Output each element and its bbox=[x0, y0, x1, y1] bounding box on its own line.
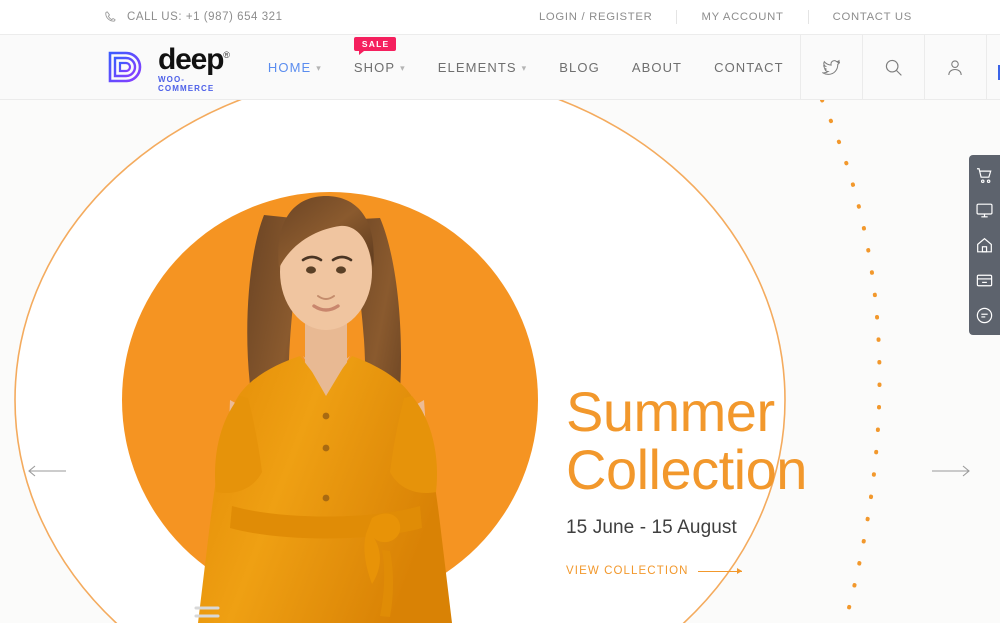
wishlist-button[interactable]: 0 bbox=[985, 35, 1000, 100]
call-us-text: CALL US: +1 (987) 654 321 bbox=[127, 11, 283, 23]
hero-title-line2: Collection bbox=[566, 438, 807, 501]
topbar-link-login-register[interactable]: LOGIN / REGISTER bbox=[515, 10, 678, 24]
nav-item-elements[interactable]: ELEMENTS ▾ bbox=[422, 35, 544, 100]
logo-subtitle: WOO-COMMERCE bbox=[158, 75, 215, 93]
site-logo[interactable]: deep® WOO-COMMERCE bbox=[106, 35, 252, 99]
deep-d-logo-icon bbox=[106, 47, 150, 87]
header-icon-group: 0 0 bbox=[799, 35, 1000, 100]
chevron-down-icon: ▾ bbox=[316, 62, 322, 73]
topbar-links: LOGIN / REGISTER MY ACCOUNT CONTACT US bbox=[515, 10, 912, 24]
page-root: CALL US: +1 (987) 654 321 LOGIN / REGIST… bbox=[0, 0, 1000, 623]
main-header: deep® WOO-COMMERCE HOME ▾ SALE SHOP ▾ EL… bbox=[0, 35, 1000, 100]
nav-item-blog[interactable]: BLOG bbox=[543, 35, 616, 100]
hero-copy: Summer Collection 15 June - 15 August VI… bbox=[566, 383, 896, 579]
arrow-left-icon bbox=[28, 465, 66, 477]
floating-side-dock bbox=[969, 155, 1000, 335]
main-navigation: HOME ▾ SALE SHOP ▾ ELEMENTS ▾ BLOG ABOUT… bbox=[252, 35, 800, 99]
search-icon[interactable] bbox=[861, 35, 924, 100]
view-collection-button[interactable]: VIEW COLLECTION bbox=[566, 565, 742, 577]
chevron-down-icon: ▾ bbox=[400, 62, 406, 73]
top-bar: CALL US: +1 (987) 654 321 LOGIN / REGIST… bbox=[0, 0, 1000, 35]
arrow-right-icon bbox=[697, 568, 742, 574]
nav-label-blog: BLOG bbox=[559, 59, 600, 75]
dock-cart-icon[interactable] bbox=[975, 165, 995, 185]
nav-item-home[interactable]: HOME ▾ bbox=[252, 35, 338, 100]
chevron-down-icon: ▾ bbox=[521, 62, 528, 73]
user-account-icon[interactable] bbox=[923, 35, 986, 100]
twitter-icon[interactable] bbox=[799, 35, 862, 100]
sale-badge: SALE bbox=[353, 36, 397, 55]
phone-icon bbox=[103, 10, 118, 25]
hero-subtitle: 15 June - 15 August bbox=[566, 517, 737, 538]
logo-word-text: deep bbox=[158, 43, 224, 76]
nav-label-contact: CONTACT bbox=[714, 59, 784, 75]
nav-label-home: HOME bbox=[267, 59, 312, 75]
view-collection-label: VIEW COLLECTION bbox=[566, 565, 689, 577]
nav-label-about: ABOUT bbox=[631, 59, 683, 75]
nav-label-shop: SHOP bbox=[353, 59, 396, 75]
nav-label-elements: ELEMENTS bbox=[437, 59, 517, 75]
dock-chat-icon[interactable] bbox=[975, 305, 995, 325]
logo-registered-mark: ® bbox=[223, 50, 230, 60]
slider-next-button[interactable] bbox=[932, 464, 972, 478]
nav-item-shop[interactable]: SALE SHOP ▾ bbox=[338, 35, 422, 100]
call-us-block: CALL US: +1 (987) 654 321 bbox=[103, 10, 283, 25]
nav-item-contact[interactable]: CONTACT bbox=[698, 35, 800, 100]
dock-layout-icon[interactable] bbox=[975, 270, 995, 290]
logo-text: deep® WOO-COMMERCE bbox=[158, 41, 230, 94]
topbar-link-my-account[interactable]: MY ACCOUNT bbox=[677, 10, 809, 24]
topbar-link-contact-us[interactable]: CONTACT US bbox=[809, 10, 912, 24]
hero-title-line1: Summer bbox=[566, 380, 775, 443]
nav-item-about[interactable]: ABOUT bbox=[616, 35, 698, 100]
hero-slider: Summer Collection 15 June - 15 August VI… bbox=[0, 100, 1000, 623]
dock-home-icon[interactable] bbox=[975, 235, 995, 255]
slider-prev-button[interactable] bbox=[26, 464, 66, 478]
dock-monitor-icon[interactable] bbox=[975, 200, 995, 220]
arrow-right-icon bbox=[932, 465, 970, 477]
logo-wordmark: deep® bbox=[158, 41, 230, 76]
